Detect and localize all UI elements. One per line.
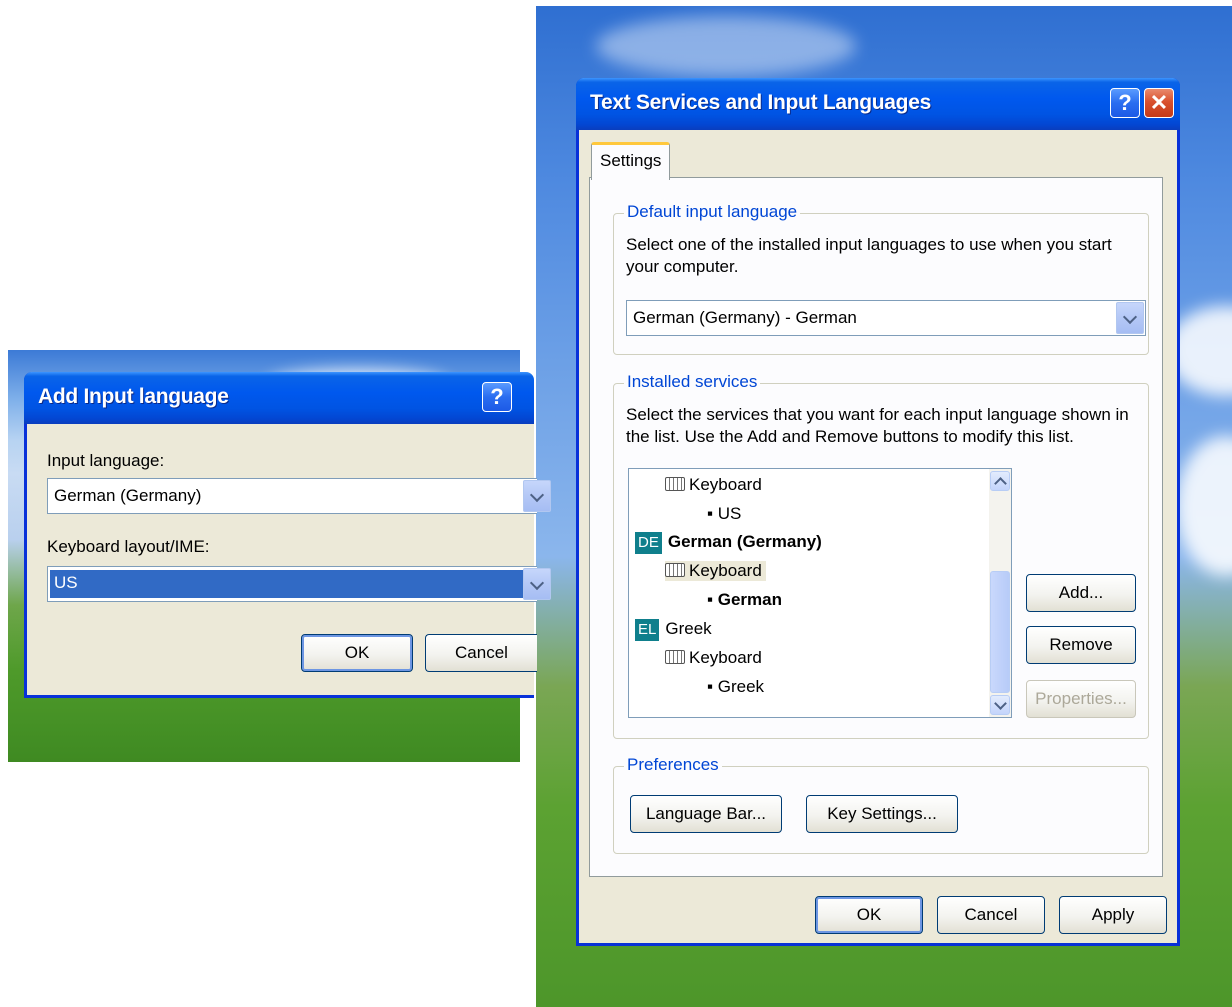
chevron-up-icon <box>994 477 1007 490</box>
ok-button[interactable]: OK <box>301 634 413 672</box>
tab-settings-label: Settings <box>600 151 662 170</box>
text-services-dialog: Text Services and Input Languages ? ✕ Se… <box>576 78 1180 946</box>
keyboard-layout-label: Keyboard layout/IME: <box>47 537 210 556</box>
keyboard-icon <box>665 650 685 664</box>
tree-item-label: Greek <box>717 677 765 696</box>
scroll-up-button[interactable] <box>990 471 1010 491</box>
tree-item-layout[interactable]: ▪ US <box>707 504 741 524</box>
tree-item-label: US <box>717 504 742 523</box>
group-title: Default input language <box>624 202 801 222</box>
default-language-description: Select one of the installed input langua… <box>626 235 1112 276</box>
group-title: Preferences <box>624 755 722 775</box>
group-title: Installed services <box>624 372 761 392</box>
bullet-icon: ▪ <box>707 677 718 696</box>
bullet-icon: ▪ <box>707 590 718 609</box>
titlebar: Add Input language ? <box>24 372 534 424</box>
ok-button[interactable]: OK <box>815 896 923 934</box>
scroll-thumb[interactable] <box>990 571 1010 693</box>
tree-item-label: Keyboard <box>689 561 762 580</box>
language-badge-icon: EL <box>635 619 660 641</box>
tree-item-keyboard[interactable]: Keyboard <box>665 648 762 668</box>
close-icon[interactable]: ✕ <box>1144 88 1174 118</box>
language-bar-button[interactable]: Language Bar... <box>630 795 782 833</box>
scroll-down-button[interactable] <box>990 695 1010 715</box>
help-icon[interactable]: ? <box>482 382 512 412</box>
help-icon[interactable]: ? <box>1110 88 1140 118</box>
tree-item-label: Keyboard <box>689 648 762 667</box>
cancel-button[interactable]: Cancel <box>425 634 537 672</box>
add-input-language-dialog: Add Input language ? Input language: Ger… <box>24 372 551 698</box>
properties-button[interactable]: Properties... <box>1026 680 1136 718</box>
tree-item-language[interactable]: EL Greek <box>635 619 712 641</box>
keyboard-layout-select[interactable]: US <box>47 566 551 602</box>
chevron-down-icon[interactable] <box>523 568 551 600</box>
chevron-down-icon <box>994 697 1007 710</box>
remove-button[interactable]: Remove <box>1026 626 1136 664</box>
input-language-label: Input language: <box>47 451 165 470</box>
tree-item-label: German <box>717 590 782 609</box>
key-settings-button[interactable]: Key Settings... <box>806 795 958 833</box>
tree-item-label: Greek <box>665 619 712 638</box>
tab-settings[interactable]: Settings <box>591 142 671 180</box>
input-language-value: German (Germany) <box>54 486 202 505</box>
chevron-down-icon[interactable] <box>523 480 551 512</box>
default-language-value: German (Germany) - German <box>633 308 857 327</box>
input-language-select[interactable]: German (Germany) <box>47 478 551 514</box>
default-input-language-group: Default input language Select one of the… <box>613 202 1149 355</box>
add-button[interactable]: Add... <box>1026 574 1136 612</box>
apply-button[interactable]: Apply <box>1059 896 1167 934</box>
keyboard-layout-value: US <box>54 573 78 592</box>
tree-item-label: Keyboard <box>689 475 762 494</box>
tree-item-keyboard[interactable]: Keyboard <box>665 475 762 495</box>
default-language-select[interactable]: German (Germany) - German <box>626 300 1146 336</box>
titlebar: Text Services and Input Languages ? ✕ <box>576 78 1180 130</box>
keyboard-icon <box>665 563 685 577</box>
chevron-down-icon[interactable] <box>1116 302 1144 334</box>
installed-services-group: Installed services Select the services t… <box>613 372 1149 739</box>
cloud <box>1176 436 1232 576</box>
bullet-icon: ▪ <box>707 504 718 523</box>
installed-services-description: Select the services that you want for ea… <box>626 405 1129 446</box>
language-badge-icon: DE <box>635 532 662 554</box>
vertical-scrollbar[interactable] <box>989 469 1011 717</box>
dialog-title: Text Services and Input Languages <box>590 91 931 114</box>
keyboard-icon <box>665 477 685 491</box>
tree-item-language[interactable]: DE German (Germany) <box>635 532 822 554</box>
services-tree[interactable]: Keyboard ▪ US DE German (Germany) Keyboar… <box>628 468 1012 718</box>
tree-item-label: German (Germany) <box>667 532 822 551</box>
tree-item-keyboard[interactable]: Keyboard <box>665 561 766 581</box>
selection-highlight <box>50 570 529 598</box>
preferences-group: Preferences Language Bar... Key Settings… <box>613 755 1149 854</box>
dialog-title: Add Input language <box>38 385 229 408</box>
cloud <box>596 16 856 76</box>
cancel-button[interactable]: Cancel <box>937 896 1045 934</box>
tree-item-layout[interactable]: ▪ Greek <box>707 677 764 697</box>
tree-item-layout[interactable]: ▪ German <box>707 590 782 610</box>
